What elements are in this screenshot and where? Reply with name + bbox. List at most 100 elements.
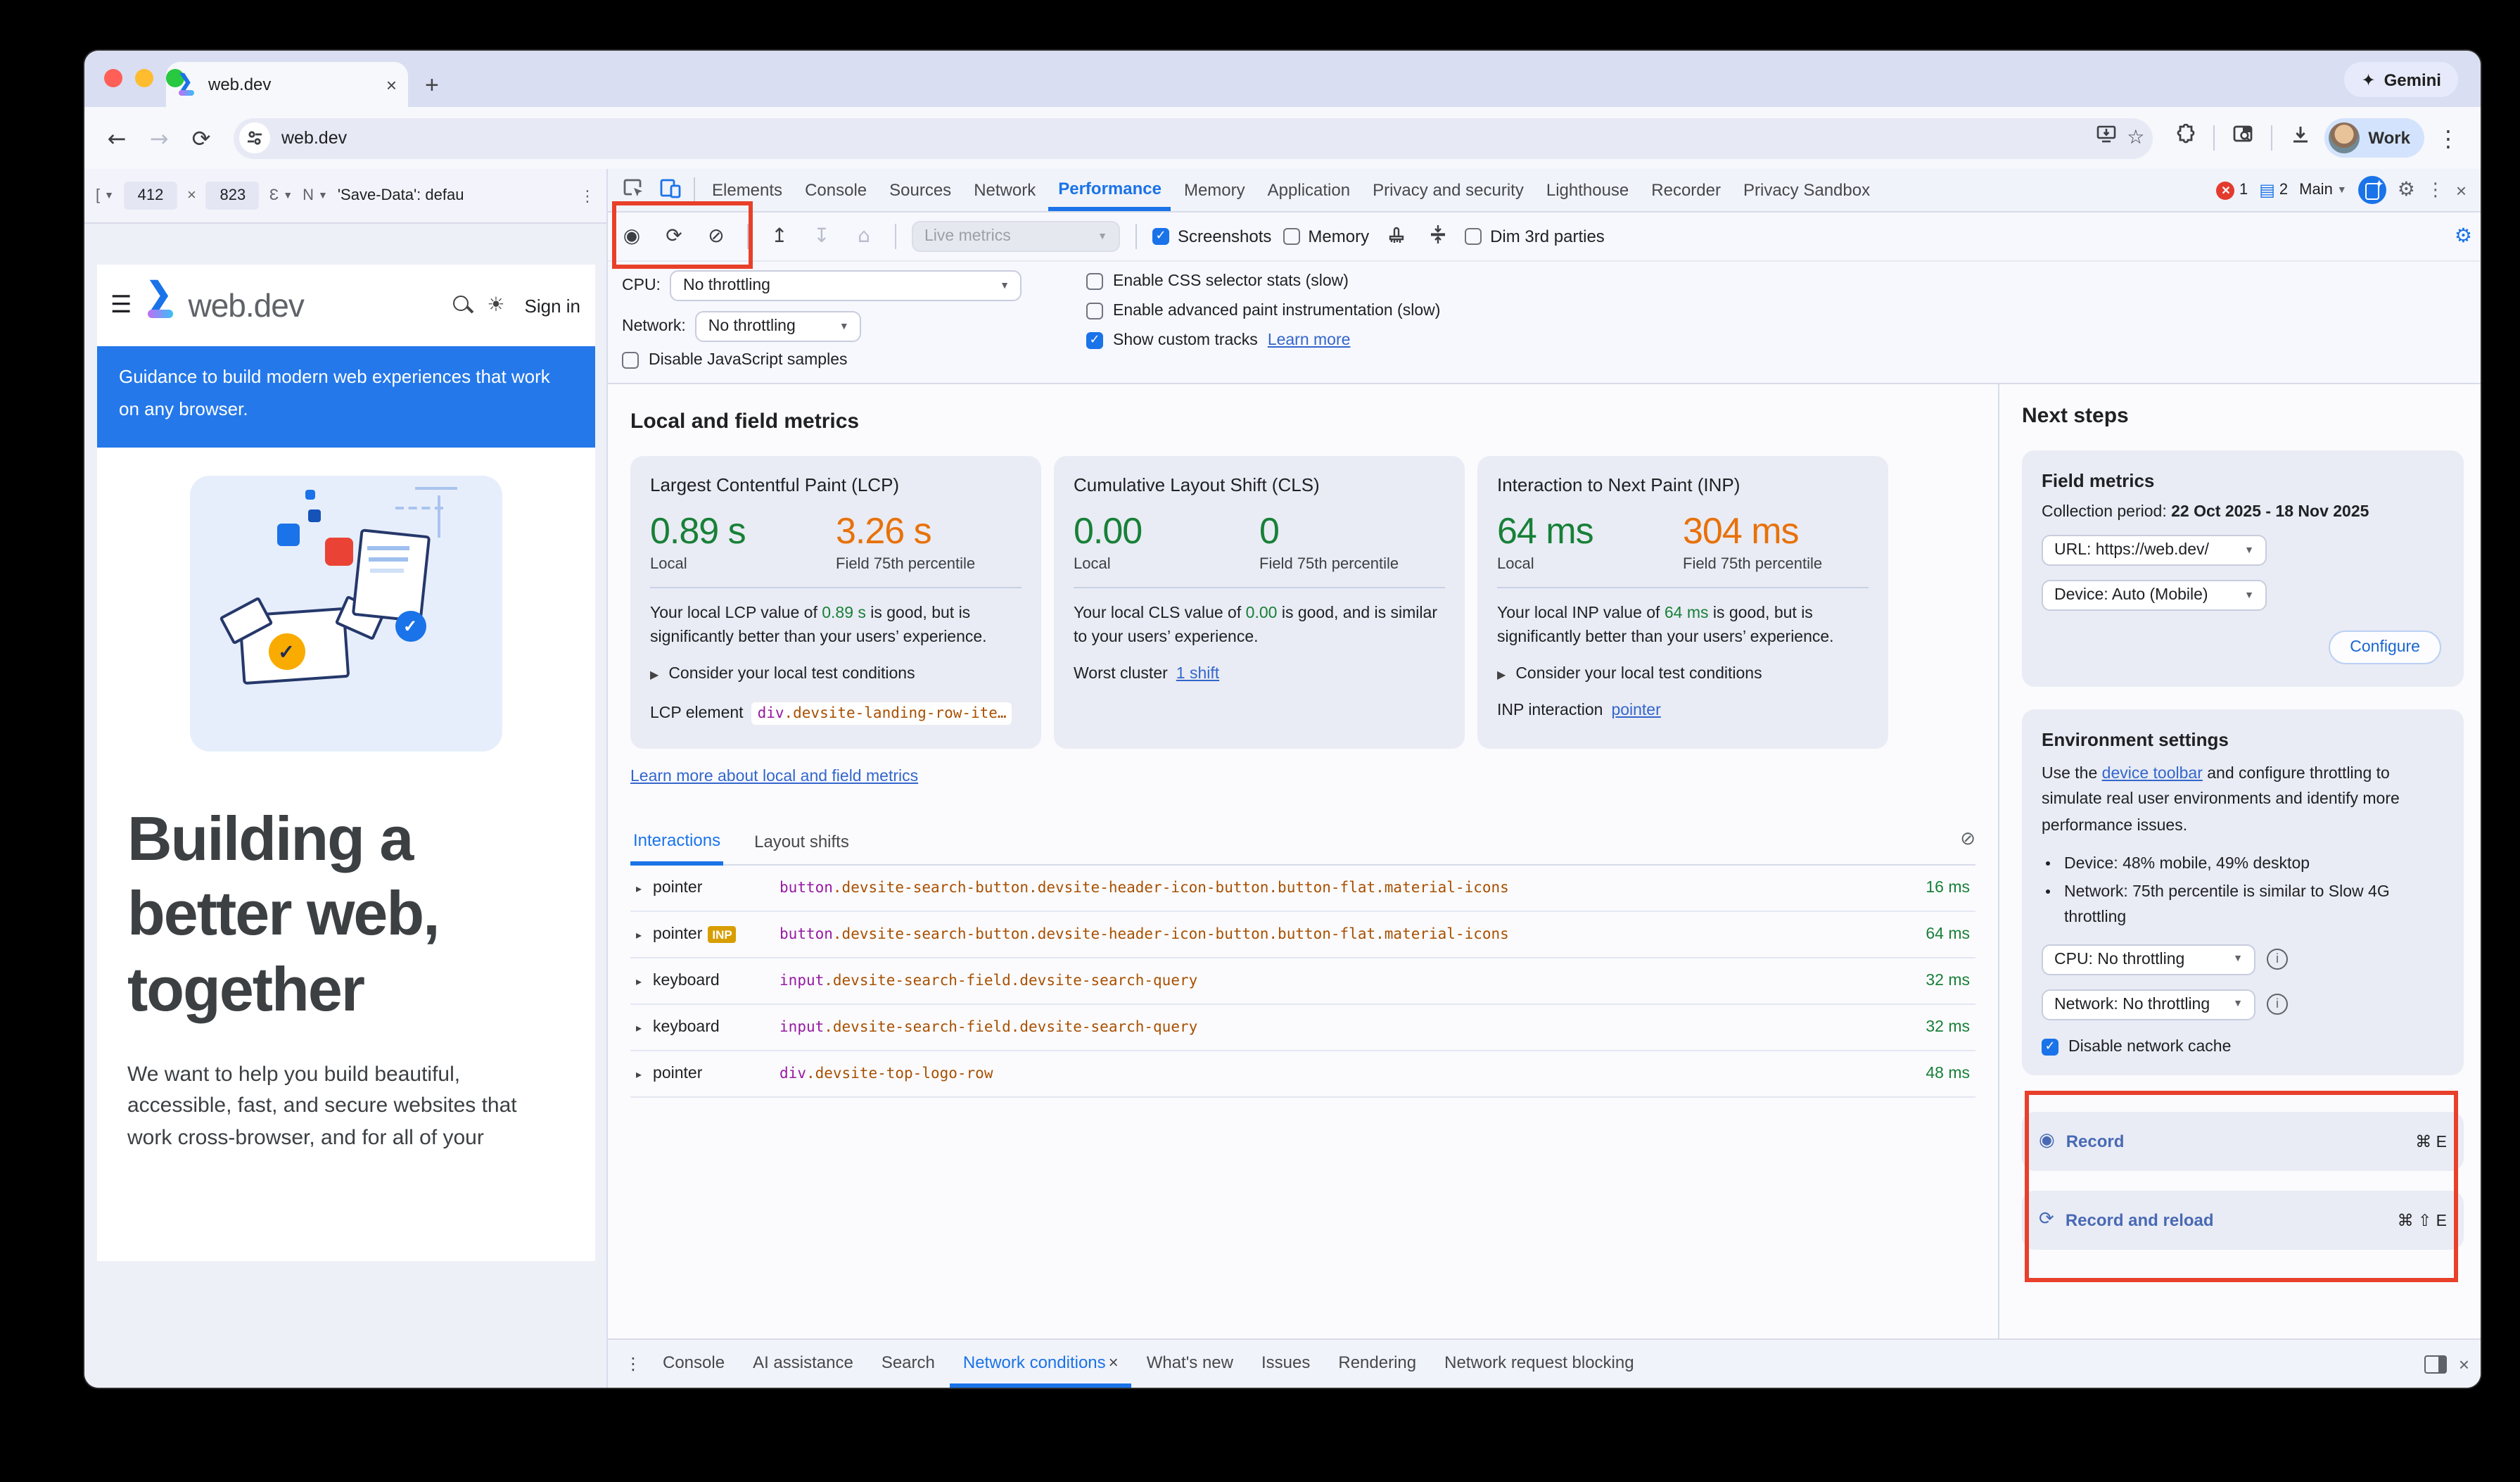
bookmark-star-icon[interactable]: ☆ — [2127, 127, 2144, 149]
devtools-close-icon[interactable]: × — [2456, 179, 2467, 201]
inp-consider-expander[interactable]: ▶Consider your local test conditions — [1497, 666, 1869, 683]
interaction-row[interactable]: ▸pointer button.devsite-search-button.de… — [630, 866, 1975, 912]
tab-interactions[interactable]: Interactions — [630, 822, 723, 866]
disable-network-cache-checkbox[interactable]: ✓Disable network cache — [2042, 1039, 2444, 1056]
tab-performance[interactable]: Performance — [1048, 169, 1171, 211]
devtools-menu-icon[interactable]: ⋮ — [2426, 179, 2445, 201]
record-button[interactable]: ◉ Record ⌘ E — [2022, 1112, 2464, 1171]
devtools-settings-icon[interactable]: ⚙ — [2398, 179, 2415, 201]
device-width-input[interactable]: 412 — [124, 182, 177, 210]
advanced-paint-checkbox[interactable]: Enable advanced paint instrumentation (s… — [1086, 303, 2467, 319]
tab-search-icon[interactable] — [2225, 125, 2261, 151]
drawer-tab-network-conditions[interactable]: Network conditions× — [950, 1341, 1131, 1387]
device-select[interactable]: [▼ — [96, 187, 114, 204]
window-controls[interactable] — [104, 69, 184, 87]
forward-icon[interactable]: → — [141, 125, 177, 151]
device-ai-icon[interactable]: ✦ — [2358, 176, 2386, 204]
custom-tracks-learn-more-link[interactable]: Learn more — [1268, 332, 1351, 349]
tab-console[interactable]: Console — [795, 170, 877, 210]
error-counter[interactable]: ✕1 — [2217, 181, 2248, 199]
drawer-tab-ai-assistance[interactable]: AI assistance — [740, 1341, 866, 1387]
clear-icon[interactable]: ⊘ — [701, 225, 732, 248]
live-metrics-home-icon[interactable]: ⌂ — [848, 225, 879, 248]
close-tab-icon[interactable]: × — [386, 74, 397, 95]
interaction-row[interactable]: ▸pointerINP button.devsite-search-button… — [630, 912, 1975, 958]
new-tab-button[interactable]: + — [425, 72, 439, 100]
history-select[interactable]: Live metrics▼ — [912, 221, 1120, 252]
device-toolbar-link[interactable]: device toolbar — [2102, 766, 2203, 783]
inp-interaction-link[interactable]: pointer — [1611, 703, 1660, 720]
browser-tab[interactable]: ❯ web.dev × — [166, 62, 408, 107]
extensions-icon[interactable] — [2167, 124, 2203, 152]
zoom-select[interactable]: Ɛ▼ — [269, 187, 293, 204]
screenshots-checkbox[interactable]: ✓Screenshots — [1152, 227, 1271, 246]
cpu-throttle-select[interactable]: No throttling▼ — [670, 270, 1022, 301]
tab-application[interactable]: Application — [1258, 170, 1360, 210]
load-profile-icon[interactable]: ↥ — [764, 225, 795, 248]
address-bar[interactable]: web.dev ☆ — [234, 118, 2153, 158]
tab-memory[interactable]: Memory — [1174, 170, 1255, 210]
theme-toggle-icon[interactable]: ☀ — [487, 294, 504, 317]
gc-brush-icon[interactable] — [1380, 224, 1411, 248]
gemini-button[interactable]: ✦ Gemini — [2345, 62, 2459, 97]
message-counter[interactable]: ▤2 — [2259, 180, 2288, 200]
device-more-icon[interactable]: ⋮ — [580, 186, 595, 205]
tab-recorder[interactable]: Recorder — [1641, 170, 1731, 210]
collapse-icon[interactable] — [1423, 224, 1453, 248]
save-profile-icon[interactable]: ↧ — [806, 225, 837, 248]
field-device-select[interactable]: Device: Auto (Mobile)▼ — [2042, 580, 2267, 611]
throttle-select[interactable]: Ν▼ — [303, 187, 328, 204]
env-cpu-select[interactable]: CPU: No throttling▼ — [2042, 944, 2255, 975]
interaction-row[interactable]: ▸keyboard input.devsite-search-field.dev… — [630, 958, 1975, 1005]
record-and-reload-button[interactable]: ⟳ Record and reload ⌘ ⇧ E — [2022, 1191, 2464, 1250]
record-icon[interactable]: ◉ — [616, 225, 647, 248]
dim-3rd-parties-checkbox[interactable]: Dim 3rd parties — [1465, 227, 1605, 246]
drawer-tab-console[interactable]: Console — [650, 1341, 737, 1387]
memory-checkbox[interactable]: Memory — [1283, 227, 1369, 246]
tab-network[interactable]: Network — [964, 170, 1045, 210]
field-url-select[interactable]: URL: https://web.dev/▼ — [2042, 535, 2267, 566]
env-network-select[interactable]: Network: No throttling▼ — [2042, 989, 2255, 1020]
close-drawer-icon[interactable]: × — [2459, 1353, 2469, 1374]
lcp-element-chip[interactable]: div.devsite-landing-row-ite… — [752, 703, 1012, 726]
clear-log-icon[interactable]: ⊘ — [1960, 828, 1975, 858]
capture-settings-icon[interactable]: ⚙ — [2455, 225, 2472, 248]
drawer-tab-whats-new[interactable]: What's new — [1134, 1341, 1246, 1387]
inspect-element-icon[interactable] — [616, 178, 650, 202]
back-icon[interactable]: ← — [98, 125, 135, 151]
install-app-icon[interactable] — [2096, 125, 2115, 151]
cpu-info-icon[interactable]: i — [2267, 949, 2288, 970]
drawer-tab-issues[interactable]: Issues — [1249, 1341, 1323, 1387]
dock-panel-icon[interactable] — [2425, 1355, 2448, 1373]
device-height-input[interactable]: 823 — [206, 182, 260, 210]
site-logo[interactable]: ❯ web.dev — [146, 286, 440, 325]
lcp-consider-expander[interactable]: ▶Consider your local test conditions — [650, 666, 1022, 683]
sign-in-link[interactable]: Sign in — [525, 295, 581, 316]
hamburger-menu-icon[interactable]: ☰ — [110, 291, 132, 319]
browser-menu-icon[interactable]: ⋮ — [2430, 125, 2467, 151]
url-text[interactable]: web.dev — [281, 128, 2085, 148]
disable-js-samples-checkbox[interactable]: Disable JavaScript samples — [622, 352, 1086, 369]
network-info-icon[interactable]: i — [2267, 994, 2288, 1015]
interaction-row[interactable]: ▸pointer div.devsite-top-logo-row 48 ms — [630, 1051, 1975, 1098]
close-window-button[interactable] — [104, 69, 122, 87]
tab-sources[interactable]: Sources — [879, 170, 961, 210]
css-selector-stats-checkbox[interactable]: Enable CSS selector stats (slow) — [1086, 273, 2467, 290]
configure-button[interactable]: Configure — [2329, 631, 2441, 664]
drawer-menu-icon[interactable]: ⋮ — [619, 1354, 647, 1374]
drawer-tab-network-request-blocking[interactable]: Network request blocking — [1432, 1341, 1646, 1387]
drawer-tab-search[interactable]: Search — [869, 1341, 948, 1387]
tab-layout-shifts[interactable]: Layout shifts — [751, 823, 852, 863]
tab-privacy-sandbox[interactable]: Privacy Sandbox — [1733, 170, 1880, 210]
site-settings-icon[interactable] — [239, 122, 270, 153]
site-search-icon[interactable] — [453, 296, 473, 315]
tab-privacy-security[interactable]: Privacy and security — [1363, 170, 1534, 210]
show-custom-tracks-checkbox[interactable]: ✓Show custom tracksLearn more — [1086, 332, 2467, 349]
minimize-window-button[interactable] — [135, 69, 153, 87]
interaction-row[interactable]: ▸keyboard input.devsite-search-field.dev… — [630, 1005, 1975, 1051]
main-context-select[interactable]: Main▼ — [2299, 182, 2347, 198]
network-throttle-select[interactable]: No throttling▼ — [696, 311, 862, 342]
tab-elements[interactable]: Elements — [702, 170, 792, 210]
drawer-tab-rendering[interactable]: Rendering — [1325, 1341, 1429, 1387]
device-toolbar-toggle-icon[interactable] — [653, 178, 687, 202]
